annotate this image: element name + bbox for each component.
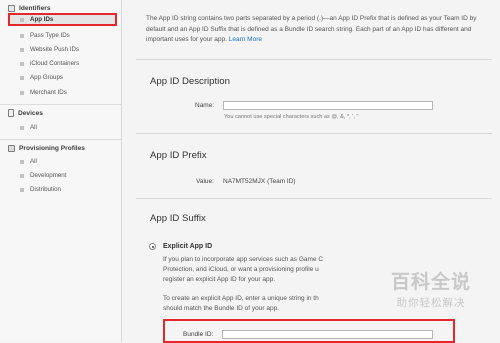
name-input[interactable] <box>223 101 433 110</box>
sidebar-item-icloud-containers[interactable]: iCloud Containers <box>8 57 116 70</box>
explicit-description: If you plan to incorporate app services … <box>163 256 324 283</box>
sidebar-item-profiles-all[interactable]: All <box>8 155 116 168</box>
watermark-title: 百科全说 <box>390 272 471 293</box>
sidebar-item-app-ids[interactable]: App IDs <box>8 13 117 26</box>
sidebar-item-profiles-development[interactable]: Development <box>8 169 116 182</box>
explicit-app-id-radio[interactable] <box>149 243 156 250</box>
sidebar-divider <box>0 139 121 140</box>
intro-text: The App ID string contains two parts sep… <box>146 15 477 43</box>
bullet-icon <box>20 47 24 52</box>
section-divider <box>136 133 492 134</box>
profile-icon <box>8 144 15 152</box>
name-hint: You cannot use special characters such a… <box>224 114 359 120</box>
sidebar: Identifiers App IDs Pass Type IDs Websit… <box>0 0 122 342</box>
bundle-id-label: Bundle ID: <box>183 331 214 338</box>
device-icon <box>8 109 14 117</box>
prefix-value-label: Value: <box>196 178 214 185</box>
bundle-id-input[interactable] <box>222 330 433 339</box>
section-divider <box>136 59 492 60</box>
bullet-icon <box>20 187 24 192</box>
sidebar-item-pass-type-ids[interactable]: Pass Type IDs <box>8 29 116 42</box>
main-content: The App ID string contains two parts sep… <box>122 0 500 343</box>
learn-more-link[interactable]: Learn More <box>229 36 262 43</box>
bullet-icon <box>20 75 24 80</box>
explicit-instructions: To create an explicit App ID, enter a un… <box>163 295 319 312</box>
bullet-icon <box>20 33 24 38</box>
sidebar-divider <box>0 104 121 105</box>
section-divider <box>136 198 492 199</box>
bullet-icon <box>20 90 24 95</box>
explicit-app-id-title: Explicit App ID <box>163 243 213 250</box>
id-card-icon <box>8 4 15 12</box>
sidebar-item-app-groups[interactable]: App Groups <box>8 71 116 84</box>
bullet-icon <box>20 17 24 22</box>
sidebar-item-website-push-ids[interactable]: Website Push IDs <box>8 43 116 56</box>
app-id-description-title: App ID Description <box>150 76 230 87</box>
sidebar-item-profiles-distribution[interactable]: Distribution <box>8 183 116 196</box>
devices-heading: Devices <box>8 107 43 119</box>
bullet-icon <box>20 173 24 178</box>
app-id-prefix-title: App ID Prefix <box>150 150 207 161</box>
bullet-icon <box>20 61 24 66</box>
watermark: 百科全说 助你轻松解决 <box>376 267 486 310</box>
profiles-heading: Provisioning Profiles <box>8 142 85 154</box>
bullet-icon <box>20 125 24 130</box>
name-label: Name: <box>195 102 215 109</box>
sidebar-item-merchant-ids[interactable]: Merchant IDs <box>8 86 116 99</box>
bullet-icon <box>20 159 24 164</box>
app-id-suffix-title: App ID Suffix <box>150 213 206 224</box>
watermark-subtitle: 助你轻松解决 <box>396 297 466 309</box>
prefix-value: NA7MT52MJX (Team ID) <box>223 178 296 185</box>
sidebar-item-devices-all[interactable]: All <box>8 121 116 134</box>
